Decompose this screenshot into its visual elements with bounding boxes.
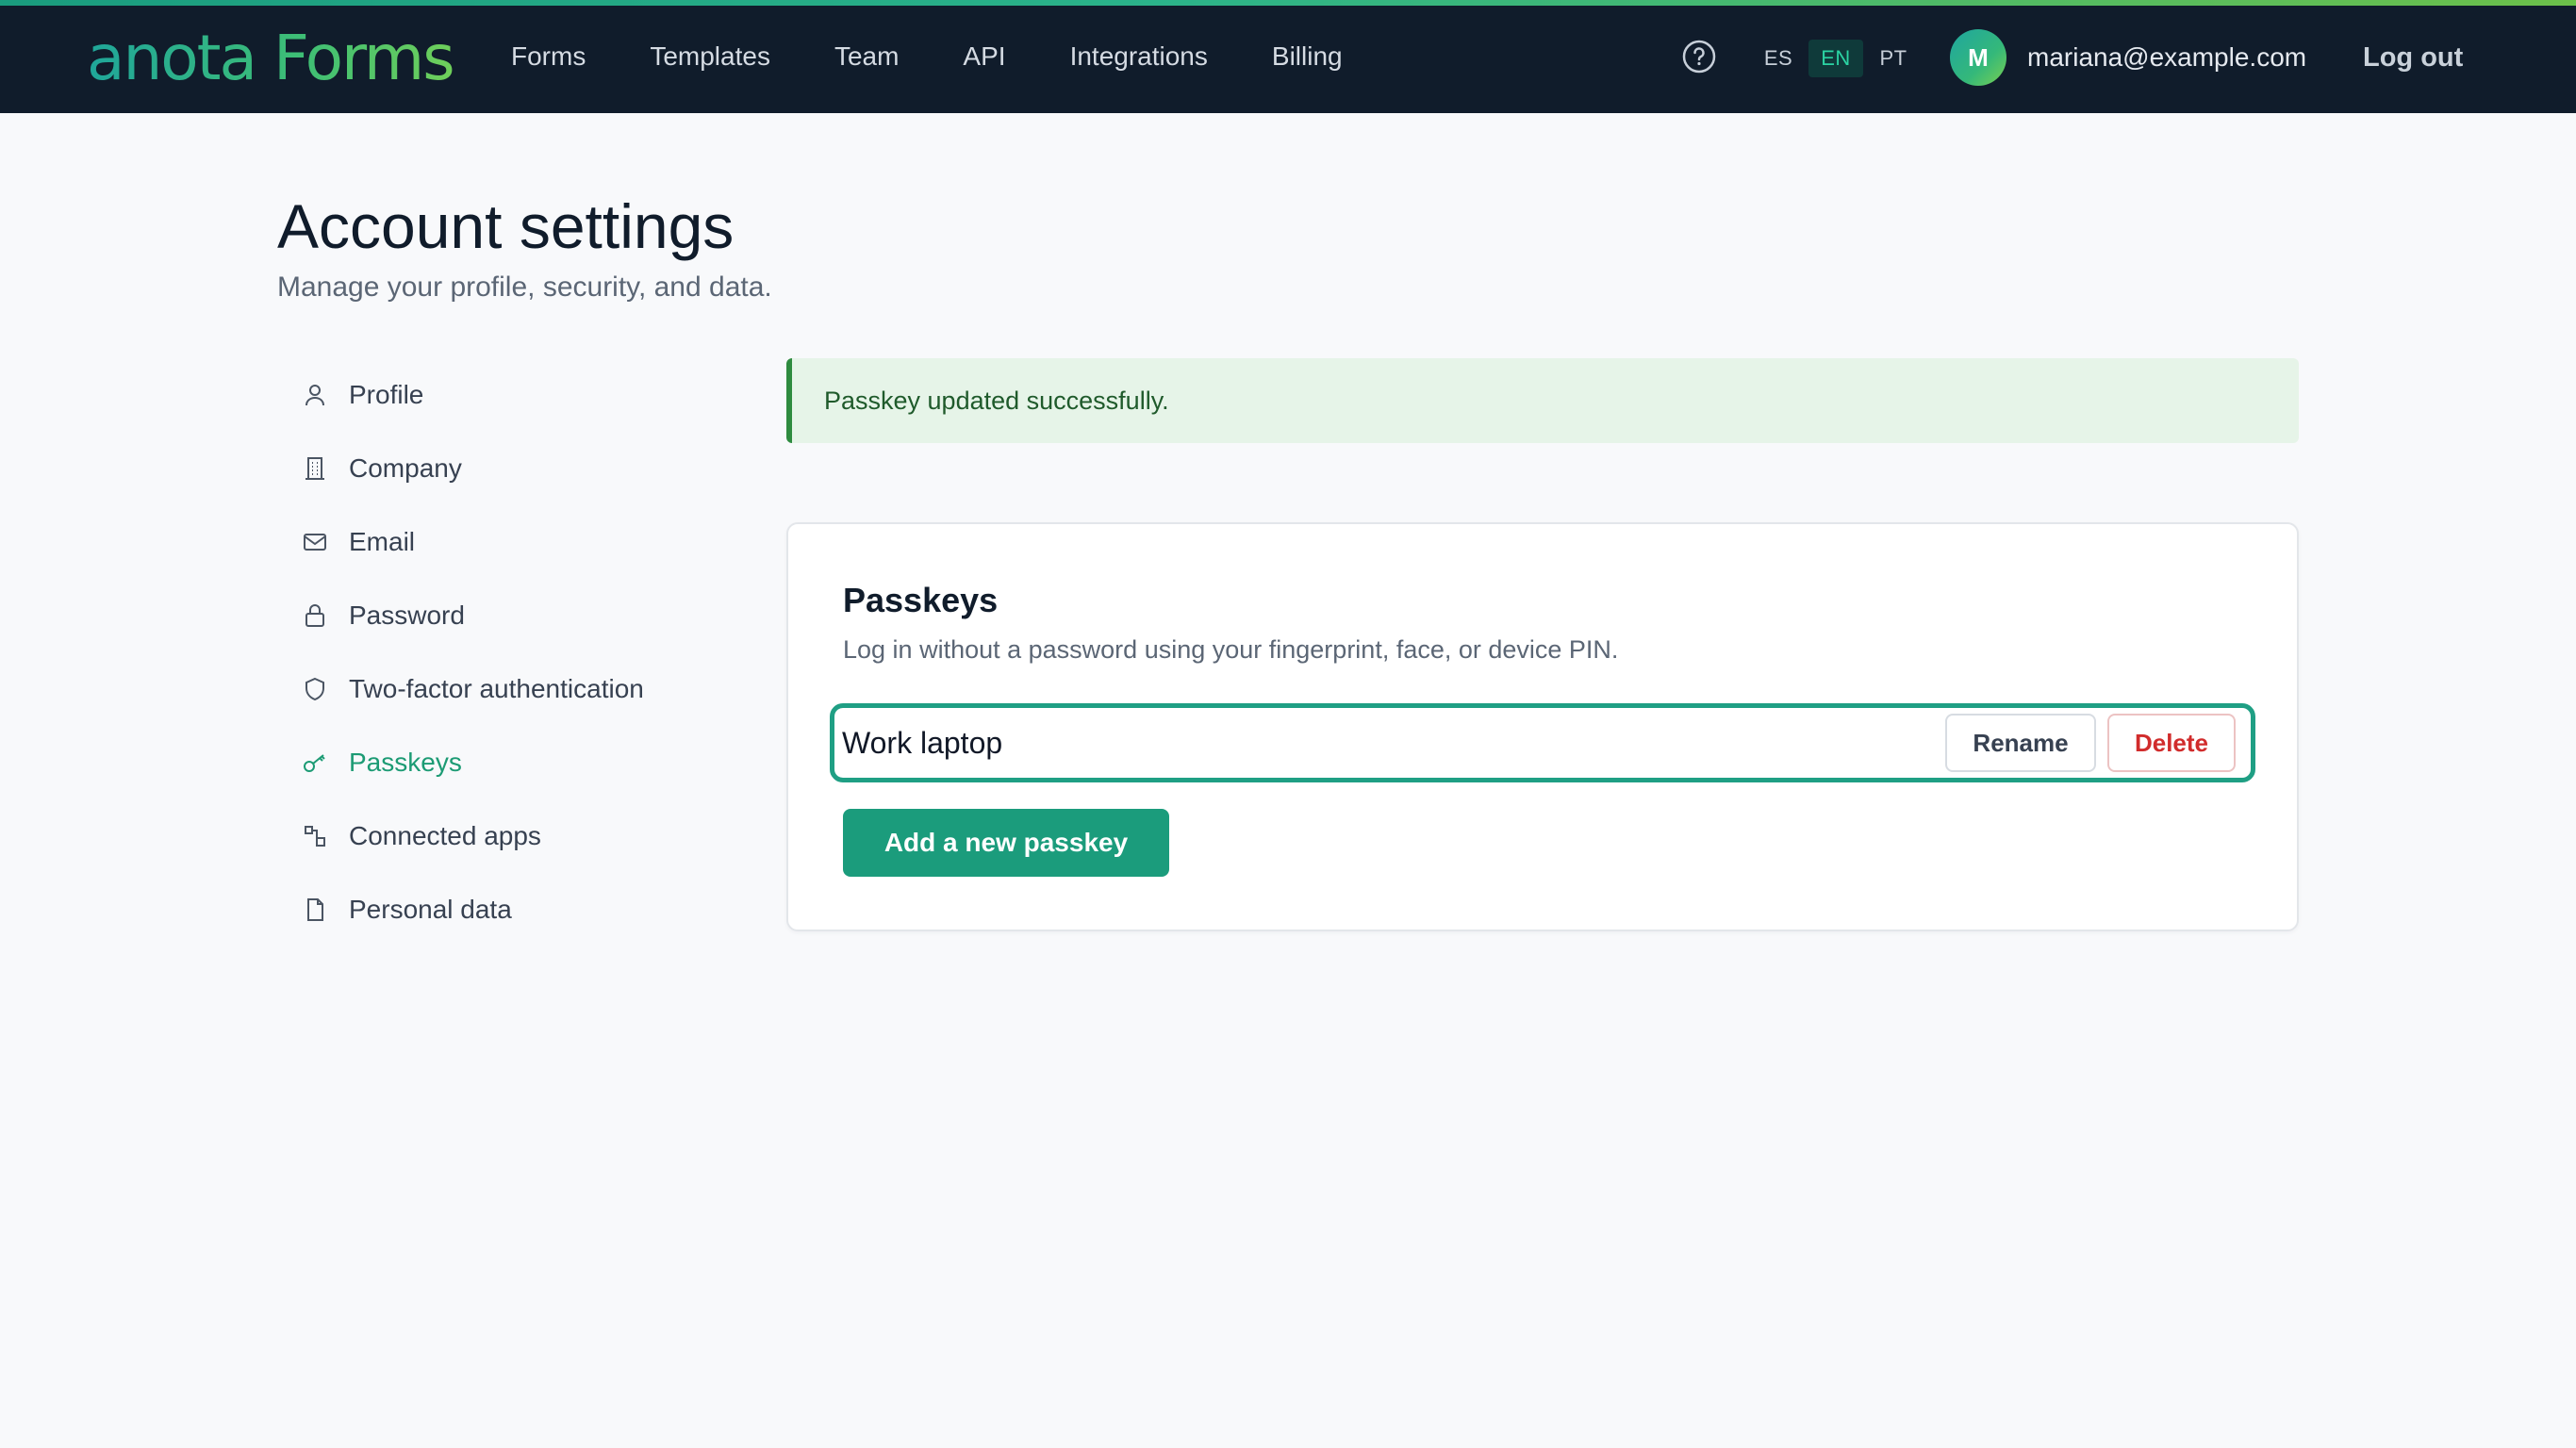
passkeys-description: Log in without a password using your fin… bbox=[843, 635, 1619, 664]
nav-integrations[interactable]: Integrations bbox=[1038, 0, 1240, 113]
document-icon bbox=[296, 891, 334, 929]
language-pt[interactable]: PT bbox=[1873, 40, 1914, 77]
key-icon bbox=[296, 744, 334, 782]
top-navigation-bar: anota Forms Forms Templates Team API Int… bbox=[0, 0, 2576, 113]
sidebar-item-connected-apps[interactable]: Connected apps bbox=[296, 799, 768, 873]
sidebar-item-personal-data[interactable]: Personal data bbox=[296, 873, 768, 946]
sidebar-item-label: Email bbox=[349, 527, 416, 556]
language-en[interactable]: EN bbox=[1808, 40, 1863, 77]
nav-team[interactable]: Team bbox=[802, 0, 931, 113]
alert-message: Passkey updated successfully. bbox=[824, 386, 1169, 415]
envelope-icon bbox=[296, 523, 334, 561]
sidebar-item-password[interactable]: Password bbox=[296, 579, 768, 652]
sidebar-item-label: Personal data bbox=[349, 895, 512, 924]
nav-templates[interactable]: Templates bbox=[618, 0, 802, 113]
logout-button[interactable]: Log out bbox=[2363, 38, 2463, 77]
shield-icon bbox=[296, 670, 334, 708]
success-alert: Passkey updated successfully. bbox=[786, 358, 2299, 443]
passkey-row: Rename Delete bbox=[830, 703, 2255, 782]
user-icon bbox=[296, 376, 334, 414]
sidebar-item-profile[interactable]: Profile bbox=[296, 358, 768, 432]
nav-api[interactable]: API bbox=[931, 0, 1037, 113]
user-email[interactable]: mariana@example.com bbox=[2027, 38, 2306, 77]
main-nav: Forms Templates Team API Integrations Bi… bbox=[500, 0, 1375, 113]
sidebar-item-label: Profile bbox=[349, 380, 424, 409]
passkeys-title: Passkeys bbox=[843, 581, 999, 619]
app-logo[interactable]: anota Forms bbox=[87, 21, 455, 96]
sidebar-item-label: Two-factor authentication bbox=[349, 674, 644, 703]
help-circle-icon[interactable] bbox=[1680, 38, 1718, 75]
passkey-name-input[interactable] bbox=[840, 719, 1934, 766]
page-subtitle: Manage your profile, security, and data. bbox=[277, 272, 772, 303]
page-title: Account settings bbox=[277, 191, 735, 261]
sidebar-item-label: Password bbox=[349, 601, 465, 630]
rename-button[interactable]: Rename bbox=[1945, 714, 2096, 772]
sidebar-item-company[interactable]: Company bbox=[296, 432, 768, 505]
avatar[interactable]: M bbox=[1950, 29, 2006, 86]
sidebar-item-email[interactable]: Email bbox=[296, 505, 768, 579]
add-passkey-button[interactable]: Add a new passkey bbox=[843, 809, 1169, 877]
sidebar-item-label: Company bbox=[349, 453, 462, 483]
nav-billing[interactable]: Billing bbox=[1240, 0, 1375, 113]
sidebar-item-two-factor[interactable]: Two-factor authentication bbox=[296, 652, 768, 726]
settings-sidebar: Profile Company Email Password Two-facto… bbox=[296, 358, 768, 946]
passkeys-card: Passkeys Log in without a password using… bbox=[786, 522, 2299, 931]
sidebar-item-label: Connected apps bbox=[349, 821, 541, 850]
sidebar-item-label: Passkeys bbox=[349, 748, 462, 777]
delete-button[interactable]: Delete bbox=[2107, 714, 2236, 772]
sidebar-item-passkeys[interactable]: Passkeys bbox=[296, 726, 768, 799]
language-es[interactable]: ES bbox=[1758, 40, 1799, 77]
lock-icon bbox=[296, 597, 334, 634]
connected-apps-icon bbox=[296, 817, 334, 855]
building-icon bbox=[296, 450, 334, 487]
nav-forms[interactable]: Forms bbox=[500, 0, 618, 113]
